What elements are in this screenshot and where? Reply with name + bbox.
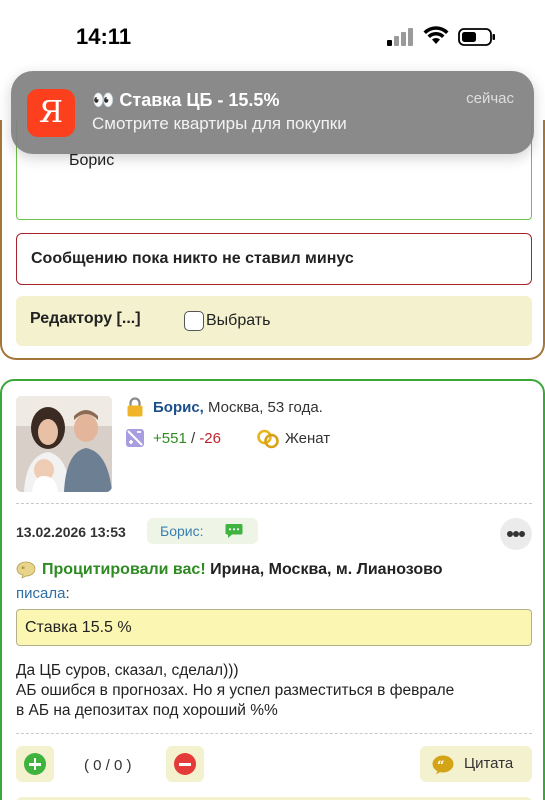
message-line: АБ ошибся в прогнозах. Но я успел размес… — [16, 682, 455, 699]
quote-icon: “ — [432, 755, 454, 775]
message-line: в АБ на депозитах под хороший %% — [16, 702, 278, 719]
plus-icon — [24, 753, 46, 775]
quote-button[interactable]: “ Цитата — [420, 746, 532, 782]
wifi-icon — [423, 26, 449, 44]
minus-icon — [174, 753, 196, 775]
marital-status: Женат — [285, 430, 331, 447]
reply-to-chip[interactable]: Борис: — [147, 518, 258, 544]
svg-text:“: “ — [437, 759, 444, 774]
rating-separator: / — [186, 430, 200, 447]
svg-text:": " — [21, 566, 25, 576]
minus-status-box: Сообщению пока никто не ставил минус — [16, 233, 532, 285]
author-name[interactable]: Борис, — [153, 399, 204, 416]
quote-button-label: Цитата — [464, 755, 514, 772]
chat-icon — [225, 524, 243, 538]
more-dot-icon — [519, 531, 525, 537]
message-line: Да ЦБ суров, сказал, сделал))) — [16, 662, 239, 679]
push-notification[interactable]: Я 👀 Ставка ЦБ - 15.5% Смотрите квартиры … — [11, 71, 534, 154]
wrote-line: писала: — [16, 585, 70, 602]
wrote-suffix: : — [65, 585, 70, 602]
post-card: Борис, Москва, 53 года. +551 / -26 Женат… — [0, 379, 545, 800]
select-checkbox[interactable] — [184, 311, 204, 331]
notification-time: сейчас — [466, 90, 514, 107]
lock-icon — [127, 397, 143, 417]
rating-plus: +551 — [153, 430, 187, 447]
quoted-text-box: Ставка 15.5 % — [16, 609, 532, 646]
wrote-link[interactable]: писала — [16, 585, 65, 602]
editor-label[interactable]: Редактору [...] — [30, 310, 141, 328]
avatar[interactable] — [16, 396, 112, 492]
battery-icon — [458, 28, 495, 46]
cited-prefix: Процитировали вас! — [42, 561, 206, 578]
quoted-text: Ставка 15.5 % — [25, 619, 132, 636]
vote-minus-button[interactable] — [166, 746, 204, 782]
user-rating: +551 / -26 — [153, 430, 221, 447]
avatar-photo — [16, 396, 112, 492]
editor-select-box: Редактору [...] Выбрать — [16, 296, 532, 346]
select-checkbox-label[interactable]: Выбрать — [206, 312, 270, 330]
notification-title: 👀 Ставка ЦБ - 15.5% — [92, 90, 280, 110]
quote-bubble-icon: " — [16, 561, 36, 579]
rating-minus: -26 — [199, 430, 221, 447]
minus-status-text: Сообщению пока никто не ставил минус — [31, 250, 354, 267]
cited-author: Ирина, Москва, м. Лианозово — [205, 561, 443, 578]
vote-count: ( 0 / 0 ) — [84, 757, 132, 774]
vote-plus-button[interactable] — [16, 746, 54, 782]
more-options-button[interactable] — [500, 518, 532, 550]
author-info: Борис, Москва, 53 года. — [153, 399, 323, 416]
cited-notice: Процитировали вас! Ирина, Москва, м. Лиа… — [42, 561, 443, 579]
message-body: Да ЦБ суров, сказал, сделал))) АБ ошибся… — [16, 661, 532, 721]
divider — [16, 503, 532, 504]
wedding-rings-icon — [257, 429, 279, 449]
author-details: Москва, 53 года. — [203, 399, 323, 416]
reply-to-label: Борис: — [160, 523, 204, 539]
divider — [16, 733, 532, 734]
post-date: 13.02.2026 13:53 — [16, 524, 126, 540]
status-bar: 14:11 — [0, 0, 545, 70]
status-time: 14:11 — [76, 24, 132, 49]
yandex-app-icon: Я — [27, 89, 75, 137]
cellular-signal-icon — [387, 28, 413, 46]
rating-icon — [126, 429, 144, 447]
previous-post-card: Борис Сообщению пока никто не ставил мин… — [0, 120, 545, 360]
notification-body: Смотрите квартиры для покупки — [92, 114, 347, 133]
previous-quote-author: Борис — [69, 152, 115, 169]
